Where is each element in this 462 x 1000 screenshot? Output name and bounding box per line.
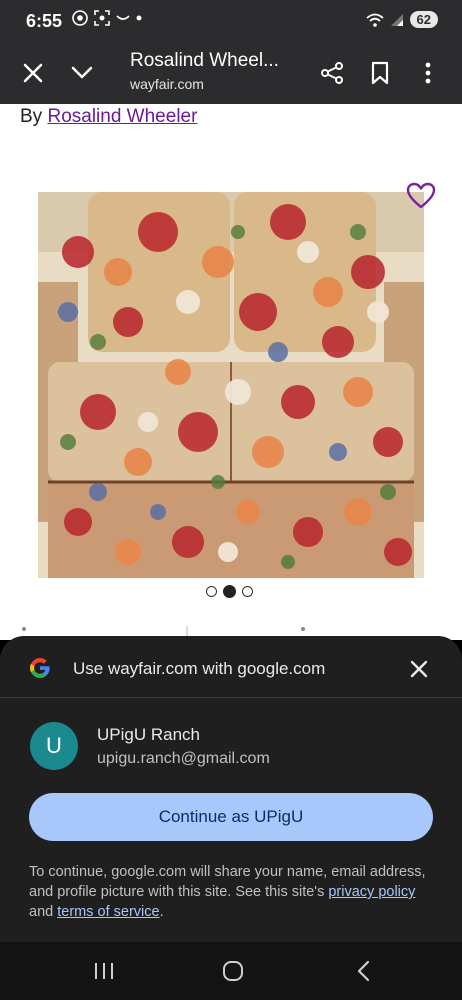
status-system-icons: 62 — [365, 11, 438, 28]
share-button[interactable] — [313, 54, 351, 92]
sheet-title: Use wayfair.com with google.com — [73, 659, 326, 678]
status-time: 6:55 — [26, 11, 63, 31]
close-icon — [23, 63, 43, 83]
status-bar: 6:55 62 — [0, 0, 462, 42]
close-tab-button[interactable] — [14, 54, 52, 92]
carousel-dot-active[interactable] — [223, 585, 236, 598]
chrome-icon — [72, 10, 88, 26]
brand-link[interactable]: Rosalind Wheeler — [47, 106, 197, 127]
home-icon — [223, 961, 243, 981]
google-signin-sheet: Use wayfair.com with google.com U UPigU … — [0, 636, 462, 942]
account-name: UPigU Ranch — [97, 725, 200, 744]
chevron-down-icon — [71, 66, 93, 79]
battery-indicator: 62 — [409, 11, 438, 28]
disclaimer-and: and — [29, 904, 54, 920]
favorite-button[interactable] — [406, 182, 436, 212]
dot-icon — [136, 15, 142, 21]
more-options-button[interactable] — [409, 54, 447, 92]
sofa-picture — [38, 192, 424, 578]
status-notification-icons — [72, 10, 142, 26]
google-logo-icon — [30, 658, 50, 678]
sheet-header: Use wayfair.com with google.com — [0, 636, 462, 698]
heart-icon — [406, 182, 436, 209]
page-title: Rosalind Wheel... — [130, 50, 279, 71]
continue-button[interactable]: Continue as UPigU — [29, 793, 433, 841]
back-button[interactable] — [348, 958, 378, 984]
page-url: wayfair.com — [130, 76, 204, 92]
dnd-icon — [116, 15, 130, 20]
account-email: upigu.ranch@gmail.com — [97, 750, 270, 767]
home-button[interactable] — [218, 958, 248, 984]
byline-prefix: By — [20, 106, 43, 127]
carousel-dot[interactable] — [242, 586, 253, 597]
consent-disclaimer: To continue, google.com will share your … — [29, 862, 439, 922]
share-icon — [321, 62, 343, 84]
close-icon — [410, 660, 428, 678]
wifi-icon — [365, 13, 384, 27]
recent-apps-button[interactable] — [89, 958, 119, 984]
signal-icon — [390, 13, 403, 26]
carousel-indicator — [206, 585, 253, 598]
carousel-dot[interactable] — [206, 586, 217, 597]
bookmark-icon — [371, 61, 389, 85]
minimize-tab-button[interactable] — [63, 54, 101, 92]
sheet-close-button[interactable] — [404, 654, 434, 684]
bookmark-button[interactable] — [361, 54, 399, 92]
product-image[interactable] — [38, 192, 424, 578]
web-content: By Rosalind Wheeler — [0, 104, 462, 640]
disclaimer-period: . — [159, 904, 164, 920]
more-vert-icon — [425, 62, 431, 84]
brand-byline: By Rosalind Wheeler — [20, 106, 197, 128]
screenshot-icon — [94, 10, 110, 26]
back-icon — [357, 960, 370, 982]
avatar: U — [30, 722, 78, 770]
privacy-policy-link[interactable]: privacy policy — [328, 884, 415, 900]
recent-apps-icon — [95, 963, 113, 979]
terms-of-service-link[interactable]: terms of service — [57, 904, 159, 920]
custom-tab-toolbar: Rosalind Wheel... wayfair.com — [0, 42, 462, 104]
system-navigation-bar — [0, 942, 462, 1000]
